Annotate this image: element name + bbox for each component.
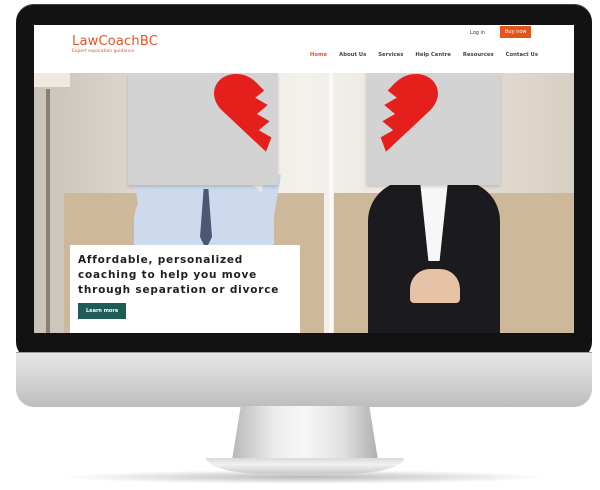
nav-resources[interactable]: Resources bbox=[463, 52, 494, 58]
nav-services[interactable]: Services bbox=[378, 52, 403, 58]
nav-contact-us[interactable]: Contact Us bbox=[506, 52, 538, 58]
nav-about-us[interactable]: About Us bbox=[339, 52, 366, 58]
woman-legs bbox=[410, 269, 460, 303]
floor-lamp-shade bbox=[34, 73, 70, 89]
learn-more-button[interactable]: Learn more bbox=[78, 303, 127, 319]
monitor-stand-neck bbox=[232, 406, 378, 460]
nav-home[interactable]: Home bbox=[310, 52, 327, 58]
hero-section: Affordable, personalized coaching to hel… bbox=[34, 73, 574, 333]
monitor-stand-base bbox=[206, 458, 404, 474]
monitor-screen: LawCoachBC Expert separation guidance Lo… bbox=[34, 25, 574, 333]
site-logo[interactable]: LawCoachBC bbox=[72, 34, 158, 49]
hero-card: Affordable, personalized coaching to hel… bbox=[70, 245, 300, 333]
monitor-chin bbox=[16, 352, 592, 407]
buy-now-button[interactable]: Buy now bbox=[500, 26, 532, 38]
site-header: LawCoachBC Expert separation guidance Lo… bbox=[34, 25, 574, 73]
hero-headline: Affordable, personalized coaching to hel… bbox=[78, 254, 280, 296]
broken-heart-right-icon bbox=[380, 73, 438, 152]
site-tagline: Expert separation guidance bbox=[72, 49, 135, 54]
image-divider bbox=[329, 73, 333, 333]
login-link[interactable]: Log in bbox=[470, 28, 485, 38]
floor-lamp bbox=[46, 73, 50, 333]
main-nav: Home About Us Services Help Centre Resou… bbox=[310, 52, 538, 58]
nav-help-centre[interactable]: Help Centre bbox=[415, 52, 450, 58]
broken-heart-left-icon bbox=[214, 73, 272, 152]
